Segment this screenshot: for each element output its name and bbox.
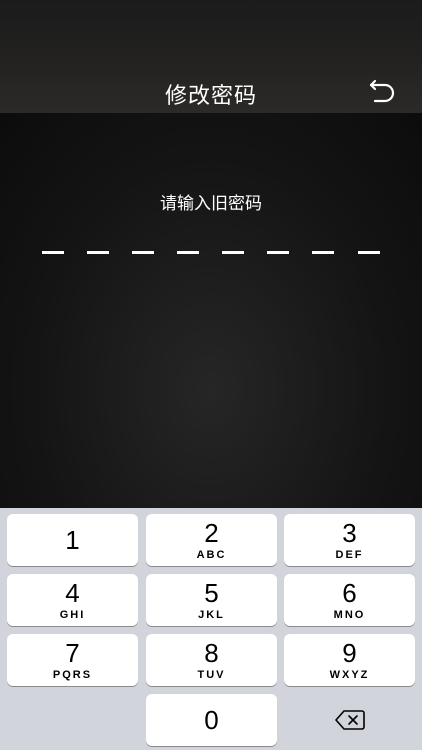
key-7[interactable]: 7 PQRS — [7, 634, 138, 686]
key-digit: 6 — [342, 577, 357, 608]
key-digit: 8 — [204, 637, 219, 668]
pin-prompt: 请输入旧密码 — [160, 194, 262, 214]
key-digit: 5 — [204, 577, 219, 608]
key-digit: 4 — [65, 577, 80, 608]
key-4[interactable]: 4 GHI — [7, 574, 138, 626]
pin-slot — [312, 251, 334, 254]
key-5[interactable]: 5 JKL — [146, 574, 277, 626]
pin-slot — [267, 251, 289, 254]
key-letters: TUV — [197, 668, 226, 681]
back-button[interactable] — [362, 72, 402, 108]
backspace-icon — [334, 710, 365, 730]
pin-slot — [132, 251, 154, 254]
key-9[interactable]: 9 WXYZ — [284, 634, 415, 686]
pin-slot — [222, 251, 244, 254]
key-digit: 1 — [65, 525, 80, 555]
key-6[interactable]: 6 MNO — [284, 574, 415, 626]
key-digit: 9 — [342, 637, 357, 668]
pin-indicator — [42, 251, 380, 255]
key-0[interactable]: 0 — [146, 694, 277, 746]
key-letters: DEF — [335, 548, 364, 561]
key-digit: 7 — [65, 637, 80, 668]
key-letters: ABC — [196, 548, 227, 561]
key-letters: WXYZ — [329, 668, 370, 681]
nav-bar: 修改密码 — [0, 0, 422, 113]
key-letters: GHI — [59, 608, 86, 621]
key-8[interactable]: 8 TUV — [146, 634, 277, 686]
key-3[interactable]: 3 DEF — [284, 514, 415, 566]
key-letters: MNO — [333, 608, 366, 621]
key-letters: PQRS — [52, 668, 93, 681]
pin-slot — [87, 251, 109, 254]
pin-slot — [358, 251, 380, 254]
key-digit: 2 — [204, 517, 219, 548]
delete-button[interactable] — [284, 694, 415, 746]
undo-return-icon — [369, 79, 395, 103]
page-title: 修改密码 — [164, 84, 257, 109]
key-letters: JKL — [198, 608, 225, 621]
key-digit: 3 — [342, 517, 357, 548]
numeric-keypad: 1 2 ABC 3 DEF 4 GHI 5 JKL 6 MNO 7 PQRS 8… — [0, 508, 422, 750]
pin-entry-area: 请输入旧密码 — [0, 113, 422, 508]
key-digit: 0 — [204, 705, 219, 735]
key-1[interactable]: 1 — [7, 514, 138, 566]
pin-slot — [177, 251, 199, 254]
key-2[interactable]: 2 ABC — [146, 514, 277, 566]
pin-slot — [42, 251, 64, 254]
